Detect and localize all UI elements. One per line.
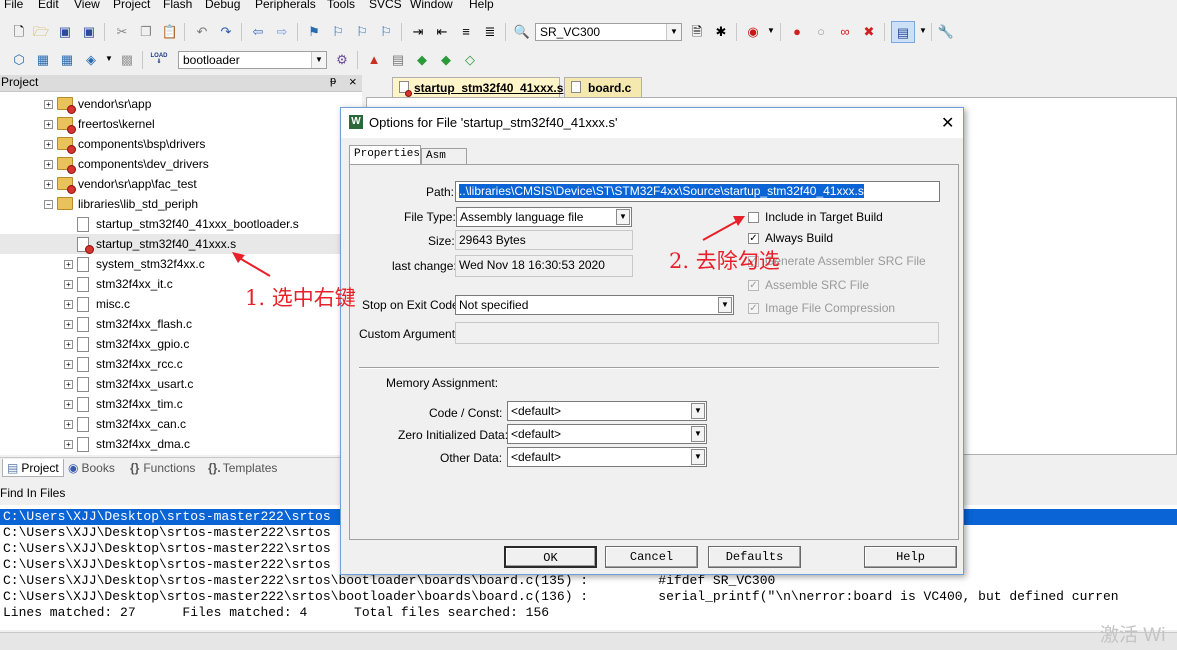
arrowhead-step2 (733, 216, 745, 226)
annotation-step1: 1. 选中右键 (245, 286, 356, 310)
annotation-arrows (232, 216, 745, 277)
arrowhead-step1 (232, 252, 245, 263)
annotation-step2: 2. 去除勾选 (669, 249, 780, 273)
arrow-step2 (702, 218, 742, 241)
